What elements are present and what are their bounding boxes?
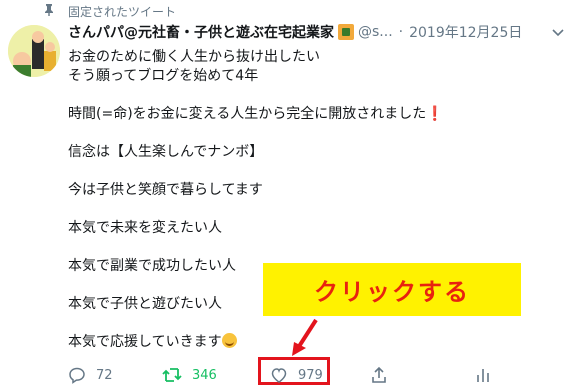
reply-button[interactable]: 72 bbox=[68, 364, 113, 386]
tweet-header: さんパパ@元社畜・子供と遊ぶ在宅起業家 @s... · 2019年12月25日 bbox=[68, 22, 522, 42]
author-name[interactable]: さんパパ@元社畜・子供と遊ぶ在宅起業家 bbox=[68, 22, 334, 42]
share-button[interactable] bbox=[370, 364, 398, 386]
tweet-line: お金のために働く人生から抜け出したい bbox=[68, 49, 320, 65]
chevron-down-icon[interactable] bbox=[550, 24, 566, 40]
separator-dot: · bbox=[398, 24, 404, 40]
author-handle[interactable]: @s... bbox=[358, 24, 393, 40]
retweet-count: 346 bbox=[192, 367, 217, 383]
like-button[interactable]: 979 bbox=[270, 364, 323, 386]
like-count: 979 bbox=[298, 367, 323, 383]
red-arrow-icon bbox=[290, 318, 320, 362]
pin-icon bbox=[44, 4, 56, 19]
tweet-line: 今は子供と笑顔で暮らしてます bbox=[68, 182, 263, 198]
tweet-line: 本気で未来を変えたい人 bbox=[68, 220, 222, 236]
tweet-line: 時間(=命)をお金に変える人生から完全に開放されました❗ bbox=[68, 106, 444, 122]
analytics-button[interactable] bbox=[474, 364, 502, 386]
retweet-icon bbox=[162, 368, 182, 382]
tweet-line: 信念は【人生楽しんでナンボ】 bbox=[68, 144, 264, 160]
retweet-button[interactable]: 346 bbox=[162, 364, 217, 386]
share-icon bbox=[372, 366, 386, 383]
avatar[interactable] bbox=[8, 25, 60, 77]
tweet-line: そう願ってブログを始めて4年 bbox=[68, 68, 259, 84]
tweet-date[interactable]: 2019年12月25日 bbox=[409, 22, 522, 42]
profile-badge-icon bbox=[338, 24, 354, 40]
analytics-icon bbox=[477, 369, 489, 382]
exclamation-icon: ❗ bbox=[426, 106, 444, 122]
smile-emoji-icon bbox=[221, 333, 237, 348]
heart-icon bbox=[271, 368, 287, 383]
callout-text: クリックする bbox=[314, 278, 470, 306]
pinned-indicator: 固定されたツイート bbox=[44, 3, 176, 20]
tweet-actions: 72 346 979 bbox=[68, 364, 568, 386]
pinned-label: 固定されたツイート bbox=[68, 5, 177, 19]
reply-count: 72 bbox=[96, 367, 113, 383]
reply-icon bbox=[69, 367, 85, 384]
